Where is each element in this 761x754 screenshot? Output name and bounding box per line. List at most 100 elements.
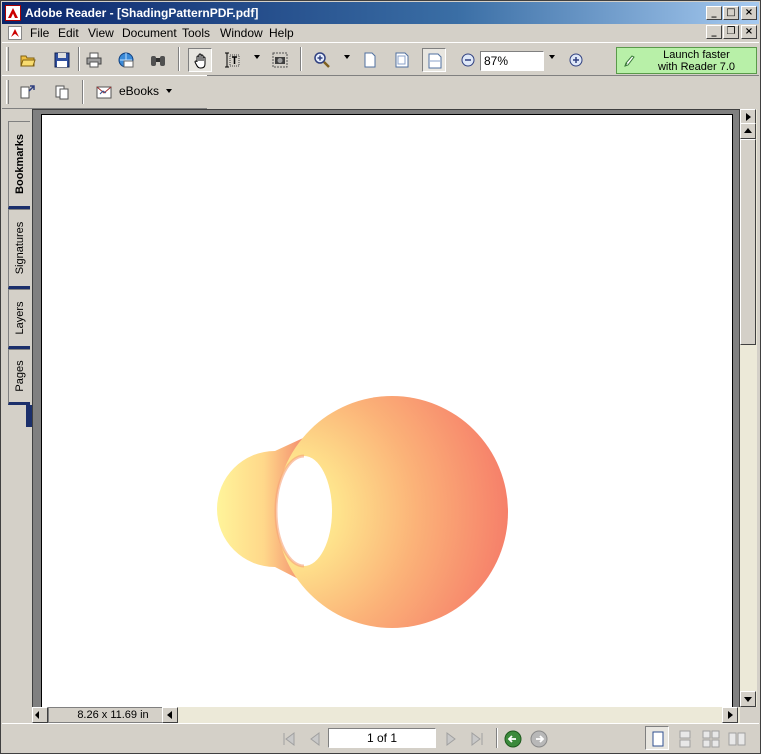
window-title: Adobe Reader - [ShadingPatternPDF.pdf] — [25, 6, 259, 20]
launch-line-1: Launch faster — [663, 49, 730, 61]
app-window: Adobe Reader - [ShadingPatternPDF.pdf] _… — [0, 0, 761, 754]
select-text-button[interactable] — [220, 48, 244, 72]
shading-pattern-graphic — [217, 396, 508, 628]
tab-signatures[interactable]: Signatures — [8, 209, 30, 289]
scroll-right-button[interactable] — [722, 707, 738, 723]
minimize-button[interactable]: _ — [706, 6, 722, 20]
page-number-input[interactable]: 1 of 1 — [328, 728, 436, 748]
fit-width-icon — [428, 53, 442, 69]
fit-page-button[interactable] — [390, 48, 414, 72]
fit-page-icon — [395, 52, 409, 68]
hand-tool-button[interactable] — [188, 48, 212, 72]
folder-open-icon — [20, 55, 36, 67]
facing-view-icon[interactable] — [728, 730, 746, 748]
snapshot-button[interactable] — [268, 48, 292, 72]
magnifier-plus-icon — [314, 52, 330, 68]
vertical-scrollbar[interactable] — [740, 109, 757, 707]
scroll-down-button[interactable] — [740, 691, 756, 707]
close-button[interactable]: × — [741, 6, 757, 20]
email-button[interactable] — [114, 48, 138, 72]
scroll-up-button[interactable] — [740, 123, 756, 139]
tab-layers[interactable]: Layers — [8, 289, 30, 349]
continuous-view-icon[interactable] — [676, 730, 694, 748]
horizontal-scrollbar[interactable]: 8.26 x 11.69 in — [32, 707, 740, 723]
binoculars-icon — [151, 56, 165, 66]
pdf-page — [41, 114, 733, 710]
secondary-toolbar: eBooks — [2, 75, 207, 109]
actual-size-button[interactable] — [358, 48, 382, 72]
zoom-in-button[interactable] — [564, 48, 588, 72]
pane-splitter-button[interactable] — [32, 707, 48, 723]
go-forward-icon[interactable] — [530, 730, 548, 748]
doc-minimize-button[interactable]: _ — [706, 25, 722, 39]
next-page-icon[interactable] — [442, 730, 460, 748]
previous-page-icon[interactable] — [306, 730, 324, 748]
plus-circle-icon — [569, 53, 583, 67]
printer-icon — [86, 52, 102, 68]
last-page-icon[interactable] — [468, 730, 486, 748]
single-page-icon — [652, 731, 664, 747]
menu-tools[interactable]: Tools — [182, 26, 210, 40]
menu-bar: File Edit View Document Tools Window Hel… — [2, 24, 759, 42]
continuous-facing-icon[interactable] — [702, 730, 720, 748]
open-button[interactable] — [16, 48, 40, 72]
status-bar: 1 of 1 — [2, 723, 759, 753]
fit-width-button[interactable] — [422, 48, 446, 72]
zoom-in-tool-button[interactable] — [310, 48, 334, 72]
rocket-icon — [624, 55, 635, 67]
doc-close-button[interactable]: × — [741, 25, 757, 39]
doc-restore-button[interactable]: ❐ — [723, 25, 739, 39]
tab-bookmarks-label: Bookmarks — [13, 134, 26, 194]
save-button[interactable] — [50, 48, 74, 72]
hand-icon — [194, 53, 206, 69]
tab-layers-label: Layers — [13, 301, 26, 335]
menu-edit[interactable]: Edit — [58, 26, 79, 40]
ebooks-dropdown[interactable] — [166, 89, 172, 93]
extract-pages-button[interactable] — [16, 80, 40, 104]
ebooks-label: eBooks — [119, 84, 160, 98]
menu-file[interactable]: File — [30, 26, 49, 40]
rotate-pages-button[interactable] — [50, 80, 74, 104]
launch-faster-banner[interactable]: Launch faster with Reader 7.0 — [616, 47, 757, 74]
menu-document[interactable]: Document — [122, 26, 177, 40]
toolbar-grip-2[interactable] — [6, 80, 9, 104]
menu-help[interactable]: Help — [269, 26, 294, 40]
navigation-tabs: Bookmarks Signatures Layers Pages — [8, 109, 32, 707]
pages-arrow-icon — [20, 85, 35, 99]
zoom-level-input[interactable]: 87% — [480, 51, 544, 71]
go-back-icon[interactable] — [504, 730, 522, 748]
minus-circle-icon — [461, 53, 475, 67]
tab-signatures-label: Signatures — [13, 221, 26, 275]
zoom-tool-dropdown[interactable] — [344, 55, 350, 59]
document-icon[interactable] — [8, 26, 22, 40]
single-page-view-button[interactable] — [645, 726, 669, 750]
ebooks-icon — [96, 86, 112, 99]
scroll-left-button[interactable] — [162, 707, 178, 723]
adobe-reader-icon — [5, 5, 21, 21]
page-icon — [364, 52, 376, 68]
maximize-button[interactable]: □ — [723, 6, 739, 20]
vertical-scroll-thumb[interactable] — [740, 139, 756, 345]
tab-pages[interactable]: Pages — [8, 349, 30, 405]
text-select-icon — [225, 52, 240, 68]
camera-icon — [272, 52, 288, 68]
tab-pages-label: Pages — [13, 360, 26, 392]
select-tool-dropdown[interactable] — [254, 55, 260, 59]
first-page-icon[interactable] — [280, 730, 298, 748]
document-viewport[interactable] — [32, 109, 740, 710]
pages-rotate-icon — [55, 85, 69, 100]
main-toolbar: 87% Launch faster with Reader 7.0 — [2, 42, 759, 76]
menu-window[interactable]: Window — [220, 26, 263, 40]
launch-line-2: with Reader 7.0 — [657, 61, 736, 73]
zoom-level-dropdown[interactable] — [549, 55, 555, 59]
page-size-indicator: 8.26 x 11.69 in — [48, 707, 178, 723]
zoom-out-button[interactable] — [456, 48, 480, 72]
title-bar[interactable]: Adobe Reader - [ShadingPatternPDF.pdf] _… — [2, 2, 759, 24]
globe-email-icon — [118, 52, 134, 68]
tab-bookmarks[interactable]: Bookmarks — [8, 121, 30, 209]
search-button[interactable] — [146, 48, 170, 72]
menu-view[interactable]: View — [88, 26, 114, 40]
floppy-disk-icon — [54, 52, 70, 68]
toolbar-grip[interactable] — [6, 47, 9, 71]
print-button[interactable] — [82, 48, 106, 72]
